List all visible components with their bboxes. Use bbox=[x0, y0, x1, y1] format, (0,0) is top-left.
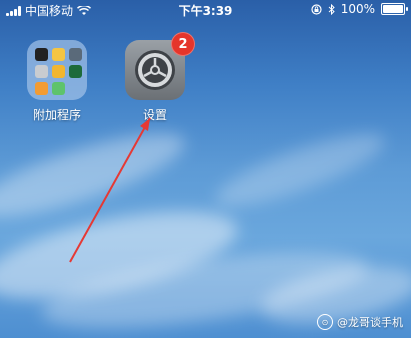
watermark-text: @龙哥谈手机 bbox=[337, 316, 403, 329]
watermark: ⊙ @龙哥谈手机 bbox=[317, 314, 403, 330]
watermark-logo-icon: ⊙ bbox=[317, 314, 333, 330]
home-screen: 中国移动 下午3:39 100% 附加程序 2 设置 ⊙ @龙哥谈手机 bbox=[0, 0, 411, 338]
annotation-arrow bbox=[69, 117, 151, 263]
